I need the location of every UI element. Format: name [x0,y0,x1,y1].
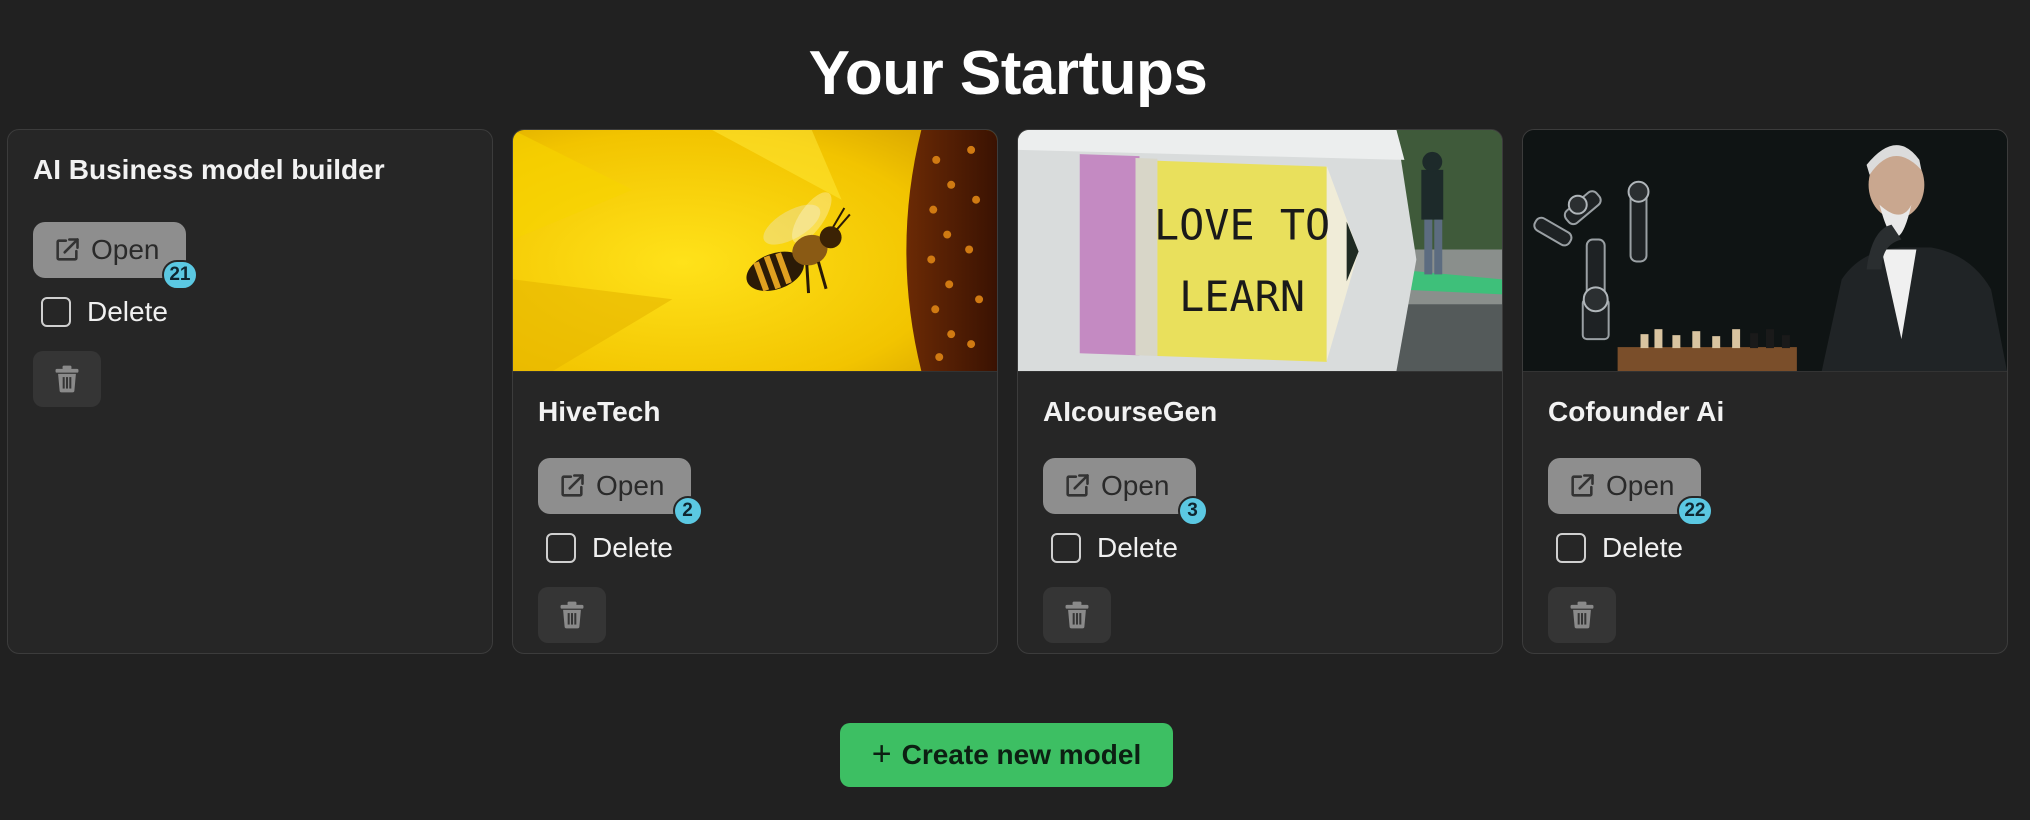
card-image-bee [513,130,997,372]
open-button-wrap: Open 3 [1043,458,1208,526]
trash-icon [55,365,79,393]
delete-checkbox-row[interactable]: Delete [1051,528,1477,568]
trash-button[interactable] [1548,587,1616,643]
trash-icon [1570,601,1594,629]
pencil-text-line-2: LEARN [1179,272,1305,321]
trash-icon [560,601,584,629]
plus-icon: + [871,734,892,773]
trash-button[interactable] [33,351,101,407]
card-image-pencil-wall: LOVE TO LEARN [1018,130,1502,372]
count-badge: 21 [162,260,198,290]
startup-card: Cofounder Ai Open 22 Delete [1522,129,2008,654]
external-link-icon [1063,472,1091,500]
startup-grid: AI Business model builder Open 21 Delete [7,129,2008,654]
delete-checkbox-row[interactable]: Delete [41,292,467,332]
delete-checkbox[interactable] [1051,533,1081,563]
card-title: AIcourseGen [1043,396,1218,427]
count-badge: 22 [1677,496,1713,526]
external-link-icon [558,472,586,500]
trash-button[interactable] [1043,587,1111,643]
open-button[interactable]: Open [538,458,691,514]
delete-checkbox[interactable] [1556,533,1586,563]
startup-card: HiveTech Open 2 Delete [512,129,998,654]
create-new-model-label: Create new model [901,739,1142,770]
external-link-icon [1568,472,1596,500]
open-button-label: Open [1101,470,1170,501]
open-button-label: Open [596,470,665,501]
open-button-label: Open [91,234,160,265]
count-badge: 2 [672,496,703,526]
open-button-wrap: Open 21 [33,222,198,290]
pencil-text-line-1: LOVE TO [1154,201,1330,250]
startup-card: LOVE TO LEARN AIcourseGen Open 3 Delete [1017,129,1503,654]
open-button[interactable]: Open [1043,458,1196,514]
startup-card: AI Business model builder Open 21 Delete [7,129,493,654]
external-link-icon [53,236,81,264]
open-button-label: Open [1606,470,1675,501]
delete-label: Delete [1097,532,1178,563]
page-title: Your Startups [808,39,1208,108]
trash-button[interactable] [538,587,606,643]
page: Your Startups AI Business model builder … [0,0,2030,820]
delete-checkbox-row[interactable]: Delete [546,528,972,568]
delete-label: Delete [1602,532,1683,563]
trash-icon [1065,601,1089,629]
delete-label: Delete [592,532,673,563]
delete-label: Delete [87,296,168,327]
delete-checkbox[interactable] [546,533,576,563]
card-image-robot-chess [1523,130,2007,372]
create-new-model-button[interactable]: + Create new model [840,723,1173,787]
delete-checkbox-row[interactable]: Delete [1556,528,1982,568]
card-title: AI Business model builder [33,154,385,185]
count-badge: 3 [1177,496,1208,526]
card-title: HiveTech [538,396,661,427]
open-button-wrap: Open 22 [1548,458,1713,526]
card-title: Cofounder Ai [1548,396,1725,427]
delete-checkbox[interactable] [41,297,71,327]
open-button-wrap: Open 2 [538,458,703,526]
